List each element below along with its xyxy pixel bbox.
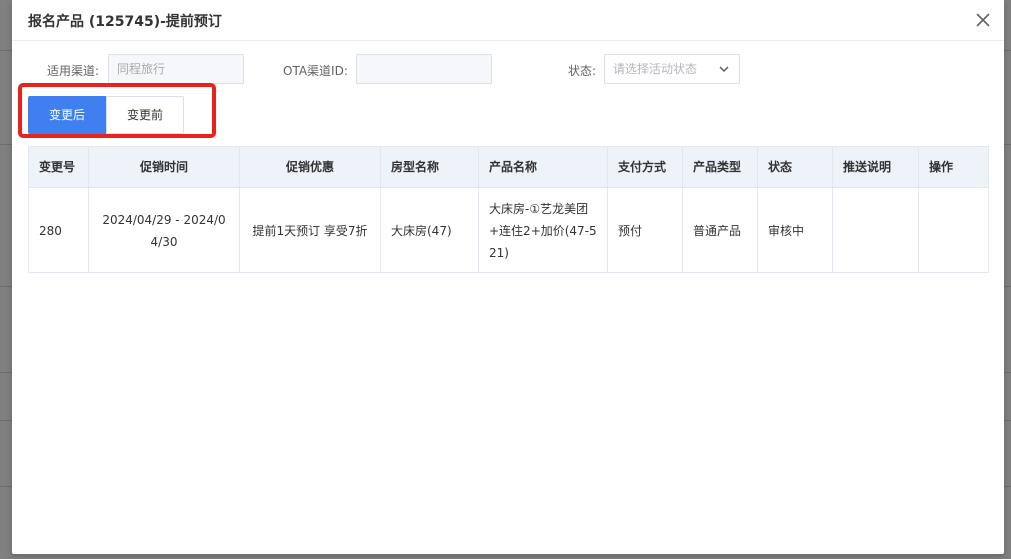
cell-promo-offer: 提前1天预订 享受7折 bbox=[240, 187, 381, 273]
column-header: 产品名称 bbox=[479, 147, 608, 187]
status-label: 状态: bbox=[568, 64, 597, 78]
column-header: 操作 bbox=[919, 147, 988, 187]
dialog-header: 报名产品 (125745)-提前预订 bbox=[12, 0, 1004, 41]
dialog-title: 报名产品 (125745)-提前预订 bbox=[28, 14, 222, 30]
close-button[interactable] bbox=[973, 10, 993, 30]
change-detail-dialog: 报名产品 (125745)-提前预订 适用渠道: 同程旅行 OTA渠道ID: 状… bbox=[12, 0, 1004, 554]
cell-product-type: 普通产品 bbox=[683, 187, 758, 273]
ota-channel-input[interactable] bbox=[356, 54, 492, 84]
status-select[interactable]: 请选择活动状态 bbox=[604, 54, 740, 84]
status-select-placeholder: 请选择活动状态 bbox=[613, 62, 698, 76]
tab-after-change[interactable]: 变更后 bbox=[28, 96, 106, 134]
column-header: 支付方式 bbox=[608, 147, 683, 187]
column-header: 推送说明 bbox=[833, 147, 919, 187]
column-header: 促销优惠 bbox=[240, 147, 381, 187]
change-table: 变更号 促销时间 促销优惠 房型名称 产品名称 支付方式 产品类型 状态 推送说… bbox=[28, 146, 989, 273]
cell-push-note bbox=[833, 187, 919, 273]
channel-input[interactable]: 同程旅行 bbox=[108, 54, 244, 84]
ota-channel-label: OTA渠道ID: bbox=[283, 64, 348, 78]
column-header: 变更号 bbox=[29, 147, 89, 187]
chevron-down-icon bbox=[719, 66, 729, 72]
channel-label: 适用渠道: bbox=[47, 64, 100, 78]
cell-room-type: 大床房(47) bbox=[381, 187, 479, 273]
column-header: 产品类型 bbox=[683, 147, 758, 187]
close-icon bbox=[976, 13, 990, 27]
cell-promo-time: 2024/04/29 - 2024/04/30 bbox=[89, 187, 240, 273]
column-header: 状态 bbox=[758, 147, 833, 187]
cell-action bbox=[919, 187, 988, 273]
cell-product-name: 大床房-①艺龙美团+连住2+加价(47-521) bbox=[479, 187, 608, 273]
cell-payment: 预付 bbox=[608, 187, 683, 273]
cell-change-no: 280 bbox=[29, 187, 89, 273]
column-header: 促销时间 bbox=[89, 147, 240, 187]
cell-status: 审核中 bbox=[758, 187, 833, 273]
column-header: 房型名称 bbox=[381, 147, 479, 187]
tab-before-change[interactable]: 变更前 bbox=[106, 96, 184, 134]
